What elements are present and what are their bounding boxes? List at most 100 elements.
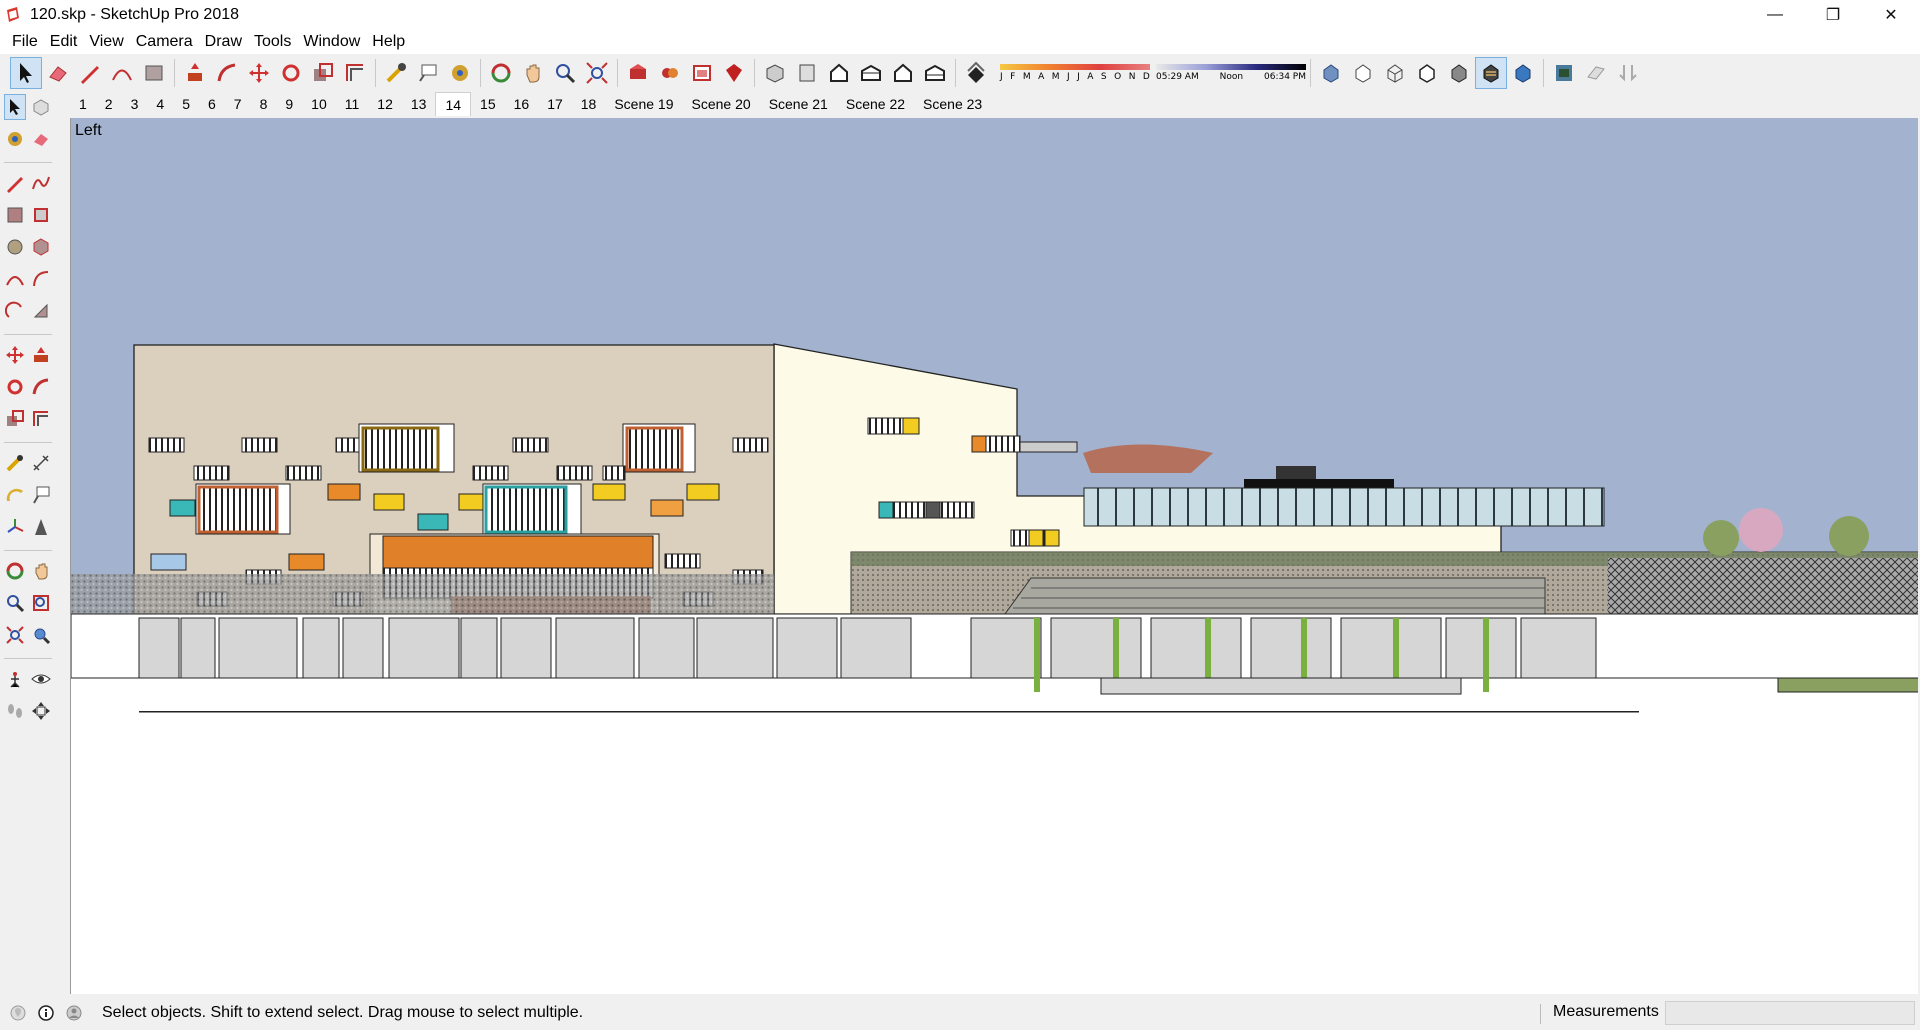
pan-palette-button[interactable]: [30, 558, 52, 584]
follow-me-tool-button[interactable]: [211, 57, 243, 89]
arc-palette-button[interactable]: [4, 266, 26, 292]
zoom-extents-tool-button[interactable]: [581, 57, 613, 89]
close-button[interactable]: ✕: [1862, 0, 1920, 29]
zoom-extents-palette-button[interactable]: [4, 622, 26, 648]
text-tool-button[interactable]: [412, 57, 444, 89]
select-palette-button[interactable]: [4, 94, 27, 120]
3d-text-palette-button[interactable]: [30, 514, 52, 540]
two-point-arc-palette-button[interactable]: [30, 266, 52, 292]
scene-tab[interactable]: 16: [505, 92, 539, 116]
scale-tool-button[interactable]: [307, 57, 339, 89]
position-camera-palette-button[interactable]: [4, 666, 26, 692]
menu-draw[interactable]: Draw: [199, 29, 248, 54]
move-tool-button[interactable]: [243, 57, 275, 89]
follow-me-palette-button[interactable]: [30, 374, 52, 400]
menu-window[interactable]: Window: [297, 29, 366, 54]
credits-button[interactable]: [36, 1003, 56, 1023]
scene-tab[interactable]: 9: [276, 92, 302, 116]
select-tool-button[interactable]: [10, 56, 42, 89]
scene-tab[interactable]: 12: [368, 92, 402, 116]
shadows-toggle-button[interactable]: [960, 57, 992, 89]
scene-tab[interactable]: 6: [199, 92, 225, 116]
scene-tab[interactable]: 11: [336, 92, 369, 116]
pan-tool-button[interactable]: [517, 57, 549, 89]
move-palette-button[interactable]: [4, 342, 26, 368]
extension-warehouse-button[interactable]: [654, 57, 686, 89]
extension-manager-button[interactable]: [718, 57, 750, 89]
shaded-style-button[interactable]: [1443, 57, 1475, 89]
zoom-palette-button[interactable]: [4, 590, 26, 616]
monochrome-style-button[interactable]: [1507, 57, 1539, 89]
eraser-tool-button[interactable]: [42, 57, 74, 89]
tape-measure-palette-button[interactable]: [4, 450, 26, 476]
orbit-palette-button[interactable]: [4, 558, 26, 584]
view-iso-button[interactable]: [759, 57, 791, 89]
make-component-button[interactable]: [30, 94, 52, 120]
scene-tab[interactable]: 4: [147, 92, 173, 116]
month-slider[interactable]: J F M A M J J A S O N D: [1000, 58, 1150, 88]
push-pull-palette-button[interactable]: [30, 342, 52, 368]
scene-tab[interactable]: 8: [251, 92, 277, 116]
dimension-palette-button[interactable]: [30, 450, 52, 476]
time-slider[interactable]: 05:29 AM Noon 06:34 PM: [1156, 58, 1306, 88]
menu-edit[interactable]: Edit: [44, 29, 84, 54]
menu-tools[interactable]: Tools: [248, 29, 297, 54]
scene-tab[interactable]: 13: [402, 92, 436, 116]
walk-palette-button[interactable]: [4, 698, 26, 724]
three-point-arc-palette-button[interactable]: [4, 298, 26, 324]
axes-palette-button[interactable]: [4, 514, 26, 540]
scene-tab[interactable]: Scene 23: [914, 92, 991, 116]
scene-tab[interactable]: 2: [96, 92, 122, 116]
push-pull-tool-button[interactable]: [179, 57, 211, 89]
scene-tab[interactable]: Scene 20: [683, 92, 760, 116]
view-right-button[interactable]: [855, 57, 887, 89]
line-tool-button[interactable]: [74, 57, 106, 89]
scene-tab[interactable]: Scene 19: [605, 92, 682, 116]
line-palette-button[interactable]: [4, 170, 26, 196]
tape-measure-tool-button[interactable]: [380, 57, 412, 89]
wireframe-style-button[interactable]: [1379, 57, 1411, 89]
offset-palette-button[interactable]: [30, 406, 52, 432]
arc-tool-button[interactable]: [106, 57, 138, 89]
freehand-palette-button[interactable]: [30, 170, 52, 196]
pie-palette-button[interactable]: [30, 298, 52, 324]
geo-location-button[interactable]: [8, 1003, 28, 1023]
paint-bucket-tool-button[interactable]: [444, 57, 476, 89]
sign-in-button[interactable]: [64, 1003, 84, 1023]
shape-tool-button[interactable]: [138, 57, 170, 89]
scene-tab[interactable]: 5: [173, 92, 199, 116]
section-plane-button[interactable]: [1548, 57, 1580, 89]
scene-tab[interactable]: 10: [302, 92, 336, 116]
layout-send-button[interactable]: [686, 57, 718, 89]
measurements-input[interactable]: [1665, 1001, 1915, 1025]
text-palette-button[interactable]: [30, 482, 52, 508]
polygon-palette-button[interactable]: [30, 234, 52, 260]
scene-tab[interactable]: 7: [225, 92, 251, 116]
eraser-palette-button[interactable]: [30, 126, 52, 152]
view-top-button[interactable]: [791, 57, 823, 89]
back-edges-style-button[interactable]: [1347, 57, 1379, 89]
menu-camera[interactable]: Camera: [130, 29, 199, 54]
view-left-button[interactable]: [919, 57, 951, 89]
model-viewport[interactable]: Left: [70, 118, 1918, 994]
hidden-line-style-button[interactable]: [1411, 57, 1443, 89]
scene-tab[interactable]: 18: [572, 92, 606, 116]
rotate-tool-button[interactable]: [275, 57, 307, 89]
minimize-button[interactable]: —: [1746, 0, 1804, 29]
circle-palette-button[interactable]: [4, 234, 26, 260]
zoom-tool-button[interactable]: [549, 57, 581, 89]
display-section-cuts-button[interactable]: [1612, 57, 1644, 89]
previous-view-palette-button[interactable]: [30, 622, 52, 648]
scene-tab[interactable]: Scene 22: [837, 92, 914, 116]
3d-warehouse-button[interactable]: [622, 57, 654, 89]
scale-palette-button[interactable]: [4, 406, 26, 432]
scene-tab[interactable]: 17: [538, 92, 572, 116]
zoom-window-palette-button[interactable]: [30, 590, 52, 616]
scene-tab[interactable]: 3: [122, 92, 148, 116]
view-back-button[interactable]: [887, 57, 919, 89]
paint-bucket-palette-button[interactable]: [4, 126, 26, 152]
rotate-palette-button[interactable]: [4, 374, 26, 400]
rotated-rectangle-palette-button[interactable]: [30, 202, 52, 228]
scene-tab[interactable]: 1: [70, 92, 96, 116]
scene-tab[interactable]: Scene 21: [760, 92, 837, 116]
